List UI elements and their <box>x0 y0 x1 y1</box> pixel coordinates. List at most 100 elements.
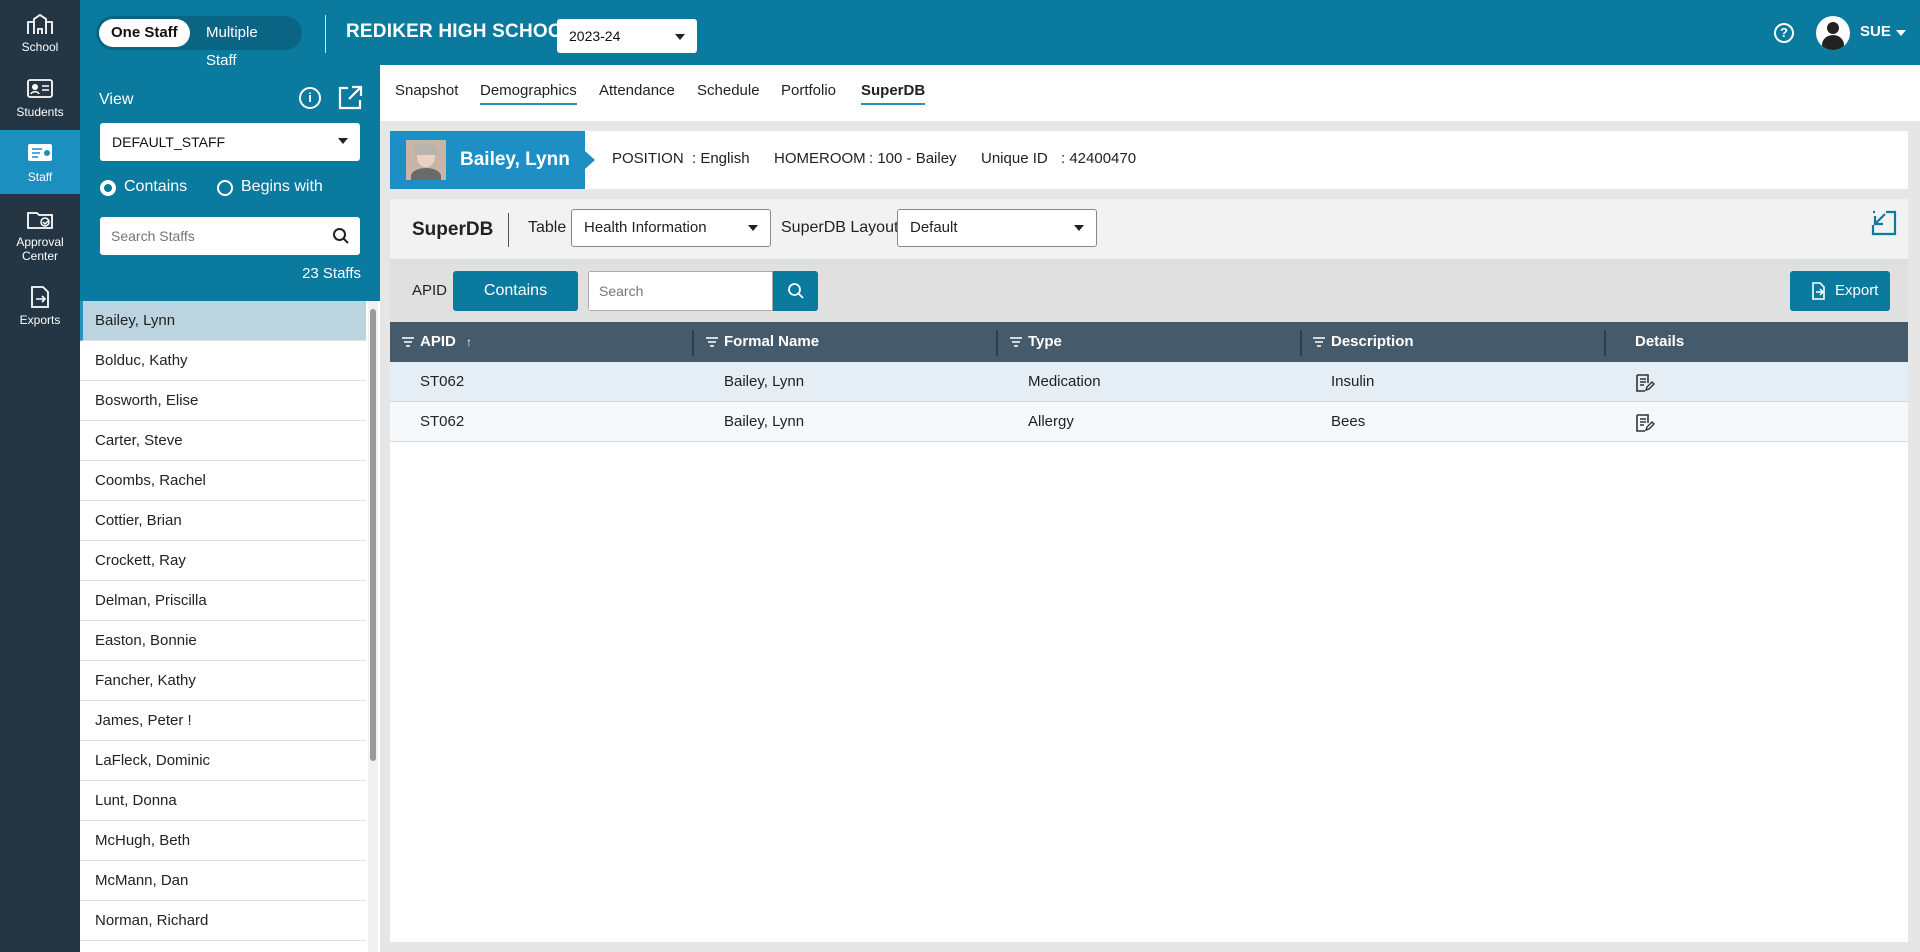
multiple-staff-toggle[interactable]: Multiple Staff <box>194 19 302 69</box>
staff-list-item[interactable]: Bailey, Lynn <box>80 301 366 341</box>
cell-description: Bees <box>1331 413 1366 430</box>
rail-label-approval: Approval <box>16 235 64 249</box>
rail-label-staff: Staff <box>27 170 53 184</box>
popout-icon[interactable] <box>337 85 363 111</box>
staff-list-item[interactable]: Coombs, Rachel <box>80 461 366 501</box>
staff-list-item[interactable]: Cottier, Brian <box>80 501 366 541</box>
staff-search-input[interactable] <box>100 217 320 255</box>
table-row[interactable]: ST062 Bailey, Lynn Allergy Bees <box>390 402 1908 442</box>
radio-begins-label: Begins with <box>241 178 323 195</box>
column-description-label: Description <box>1331 333 1414 350</box>
contains-button[interactable]: Contains <box>453 271 578 311</box>
column-details: Details <box>1635 322 1684 362</box>
column-separator[interactable] <box>1604 330 1606 356</box>
user-menu-chevron-icon[interactable] <box>1896 30 1906 36</box>
tab-portfolio[interactable]: Portfolio <box>781 82 836 103</box>
cell-name: Bailey, Lynn <box>724 373 805 390</box>
radio-begins-dot[interactable] <box>217 180 233 196</box>
column-separator[interactable] <box>1300 330 1302 356</box>
rail-item-approval-center[interactable]: Approval Center <box>0 195 80 265</box>
superdb-header: SuperDB Table Health Information SuperDB… <box>390 199 1908 260</box>
details-edit-icon[interactable] <box>1635 373 1655 393</box>
rail-label-exports: Exports <box>19 313 61 327</box>
one-staff-toggle[interactable]: One Staff <box>99 19 190 47</box>
superdb-panel: SuperDB Table Health Information SuperDB… <box>390 199 1908 942</box>
cell-description: Insulin <box>1331 373 1375 390</box>
column-separator[interactable] <box>692 330 694 356</box>
export-button[interactable]: Export <box>1790 271 1890 311</box>
grid-header: APID ↑ Formal Name Type Description Deta… <box>390 322 1908 362</box>
filter-icon[interactable] <box>706 337 718 347</box>
tab-schedule[interactable]: Schedule <box>697 82 760 103</box>
filter-row: APID Contains Export <box>390 260 1908 322</box>
table-label: Table <box>528 219 567 236</box>
search-icon <box>788 283 804 299</box>
staff-list-item[interactable]: Crockett, Ray <box>80 541 366 581</box>
staff-icon <box>28 144 52 161</box>
filter-icon[interactable] <box>1313 337 1325 347</box>
staff-list-item[interactable]: McMann, Dan <box>80 861 366 901</box>
photo-body <box>411 168 441 180</box>
staff-list-item[interactable]: Delman, Priscilla <box>80 581 366 621</box>
chevron-down-icon <box>748 225 758 231</box>
staff-panel: View i DEFAULT_STAFF Contains Begins wit… <box>80 65 380 952</box>
column-separator[interactable] <box>996 330 998 356</box>
filter-search-button[interactable] <box>773 271 818 311</box>
icon-rail: School Students Staff Approval Center Ex… <box>0 0 80 952</box>
tab-demographics[interactable]: Demographics <box>480 82 577 105</box>
sort-asc-icon[interactable]: ↑ <box>466 322 472 362</box>
position-label: POSITION <box>612 150 684 167</box>
scrollbar-thumb[interactable] <box>370 309 376 761</box>
staff-list-item[interactable]: Fancher, Kathy <box>80 661 366 701</box>
column-apid-label: APID <box>420 333 456 350</box>
avatar-body <box>1822 35 1844 50</box>
tab-superdb[interactable]: SuperDB <box>861 82 926 105</box>
rail-item-school[interactable]: School <box>0 0 80 64</box>
collapse-icon[interactable] <box>1870 209 1898 237</box>
filter-icon[interactable] <box>402 337 414 347</box>
tab-attendance[interactable]: Attendance <box>599 82 675 103</box>
staff-name-chip: Bailey, Lynn <box>390 131 595 189</box>
staff-search <box>100 217 360 255</box>
radio-contains-dot[interactable] <box>100 180 116 196</box>
avatar-head <box>1827 22 1839 34</box>
staff-list-scrollbar[interactable] <box>368 301 378 952</box>
layout-select[interactable]: Default <box>897 209 1097 247</box>
unique-id-value: : 42400470 <box>1061 150 1137 167</box>
table-select[interactable]: Health Information <box>571 209 771 247</box>
staff-list-item[interactable]: Easton, Bonnie <box>80 621 366 661</box>
view-select[interactable]: DEFAULT_STAFF <box>100 123 360 161</box>
help-icon[interactable]: ? <box>1774 23 1794 43</box>
school-year-select[interactable]: 2023-24 <box>557 19 697 53</box>
export-icon <box>1812 282 1825 300</box>
staff-list-item[interactable]: Norman, Richard <box>80 901 366 941</box>
info-icon[interactable]: i <box>299 87 321 109</box>
avatar[interactable] <box>1816 16 1850 50</box>
staff-list-item[interactable]: Carter, Steve <box>80 421 366 461</box>
chevron-down-icon <box>675 34 685 40</box>
photo-hair <box>414 143 438 155</box>
staff-list-item[interactable]: LaFleck, Dominic <box>80 741 366 781</box>
staff-list-item[interactable]: Lunt, Donna <box>80 781 366 821</box>
rail-item-students[interactable]: Students <box>0 65 80 129</box>
tab-snapshot[interactable]: Snapshot <box>395 82 458 103</box>
staff-mode-toggle: One Staff Multiple Staff <box>96 16 302 69</box>
filter-search-input[interactable] <box>589 272 772 310</box>
staff-list: Bailey, Lynn Bolduc, Kathy Bosworth, Elise… <box>80 301 366 941</box>
staff-list-item[interactable]: James, Peter ! <box>80 701 366 741</box>
column-type-label: Type <box>1028 333 1062 350</box>
details-edit-icon[interactable] <box>1635 413 1655 433</box>
search-icon[interactable] <box>332 227 350 245</box>
cell-type: Medication <box>1028 373 1101 390</box>
filter-icon[interactable] <box>1010 337 1022 347</box>
staff-list-item[interactable]: Bosworth, Elise <box>80 381 366 421</box>
column-details-label: Details <box>1635 333 1685 350</box>
staff-list-item[interactable]: McHugh, Beth <box>80 821 366 861</box>
staff-count: 23 Staffs <box>302 265 361 282</box>
rail-item-exports[interactable]: Exports <box>0 273 80 337</box>
rail-item-staff[interactable]: Staff <box>0 130 80 194</box>
user-name[interactable]: SUE <box>1860 23 1891 40</box>
view-label: View <box>99 91 134 108</box>
staff-list-item[interactable]: Bolduc, Kathy <box>80 341 366 381</box>
table-row[interactable]: ST062 Bailey, Lynn Medication Insulin <box>390 362 1908 402</box>
